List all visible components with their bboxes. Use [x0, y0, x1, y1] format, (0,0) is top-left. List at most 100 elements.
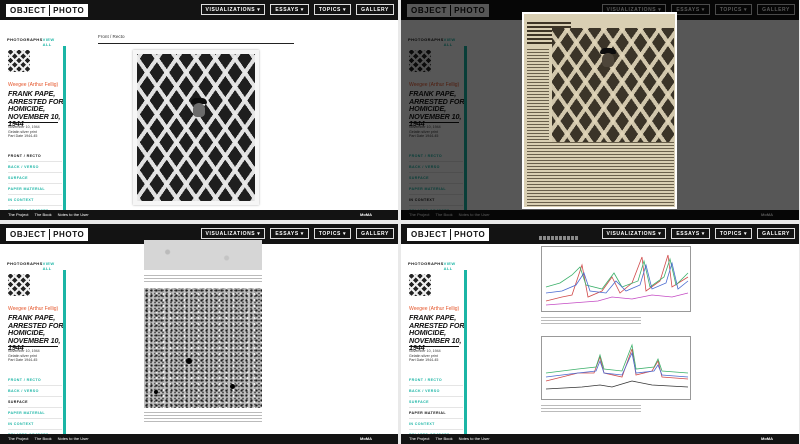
nav-essays[interactable]: ESSAYS ▾ [270, 4, 309, 15]
newspaper-photo [552, 28, 674, 142]
newspaper-clipping-image[interactable] [522, 12, 677, 209]
view-all-link[interactable]: VIEW ALL [43, 261, 61, 271]
logo-object: OBJECT [411, 230, 448, 239]
screenshot-collage: OBJECT PHOTO VISUALIZATIONS ▾ ESSAYS ▾ T… [0, 0, 800, 444]
surface-micrograph-top[interactable] [144, 240, 262, 270]
footer-bar: The Project The Book Notes to the User M… [0, 434, 398, 444]
newspaper-article-text [527, 142, 674, 206]
menu-back-verso[interactable]: BACK / VERSO [8, 386, 62, 397]
spectrum-series-black [545, 380, 689, 390]
menu-front-recto[interactable]: FRONT / RECTO [8, 375, 62, 386]
spectrum-plot-lower[interactable] [541, 336, 691, 400]
sidebar-accent-stripe [63, 270, 66, 434]
site-logo[interactable]: OBJECT PHOTO [407, 228, 490, 241]
surface-micrograph-detail[interactable] [144, 288, 262, 408]
object-meta: November 10, 1944 Gelatin silver print P… [8, 349, 64, 363]
breadcrumb-rule [98, 43, 294, 44]
nav-topics[interactable]: TOPICS ▾ [313, 228, 352, 239]
nav-visualizations[interactable]: VISUALIZATIONS ▾ [200, 4, 266, 15]
section-label: PHOTOGRAPHS [408, 261, 444, 266]
figure-face [602, 53, 614, 67]
section-label: PHOTOGRAPHS [7, 37, 43, 42]
object-view-menu: FRONT / RECTO BACK / VERSO SURFACE PAPER… [8, 151, 62, 217]
site-logo[interactable]: OBJECT PHOTO [6, 4, 89, 17]
spectrum-plot-upper[interactable] [541, 246, 691, 312]
nav-gallery[interactable]: GALLERY [356, 4, 394, 15]
artist-name[interactable]: Weegee (Arthur Fellig) [409, 306, 459, 312]
footer-link-notes[interactable]: Notes to the User [58, 210, 89, 220]
menu-back-verso[interactable]: BACK / VERSO [8, 162, 62, 173]
menu-paper-material[interactable]: PAPER MATERIAL [8, 408, 62, 419]
menu-paper-material[interactable]: PAPER MATERIAL [409, 408, 463, 419]
chart-caption [541, 316, 641, 324]
menu-surface[interactable]: SURFACE [8, 397, 62, 408]
moma-logo[interactable]: MoMA [360, 434, 372, 444]
menu-in-context[interactable]: IN CONTEXT [8, 419, 62, 430]
view-all-link[interactable]: VIEW ALL [43, 37, 61, 47]
menu-in-context[interactable]: IN CONTEXT [8, 195, 62, 206]
artist-name[interactable]: Weegee (Arthur Fellig) [8, 82, 58, 88]
spectrum-series-magenta [545, 292, 689, 306]
footer-link-book[interactable]: The Book [34, 434, 51, 444]
title-divider [8, 122, 58, 123]
footer-link-project[interactable]: The Project [8, 210, 28, 220]
menu-paper-material[interactable]: PAPER MATERIAL [8, 184, 62, 195]
menu-surface[interactable]: SURFACE [8, 173, 62, 184]
meta-part-date: Part Date 1944-45 [8, 358, 38, 363]
object-thumbnail[interactable] [409, 274, 431, 296]
menu-front-recto[interactable]: FRONT / RECTO [409, 375, 463, 386]
moma-logo[interactable]: MoMA [360, 210, 372, 220]
view-all-link[interactable]: VIEW ALL [444, 261, 462, 271]
menu-in-context[interactable]: IN CONTEXT [409, 419, 463, 430]
object-thumbnail[interactable] [8, 274, 30, 296]
nav-essays[interactable]: ESSAYS ▾ [671, 228, 710, 239]
browser-screenshot-2: OBJECT PHOTO VISUALIZATIONS ▾ ESSAYS ▾ T… [401, 0, 799, 220]
object-meta: November 10, 1944 Gelatin silver print P… [8, 125, 64, 139]
artist-name[interactable]: Weegee (Arthur Fellig) [8, 306, 58, 312]
photograph-front-image[interactable] [133, 50, 259, 205]
browser-screenshot-4: OBJECT PHOTO VISUALIZATIONS ▾ ESSAYS ▾ T… [401, 224, 799, 444]
micrograph-caption [144, 412, 262, 422]
object-sidebar: PHOTOGRAPHS VIEW ALL Weegee (Arthur Fell… [0, 20, 68, 217]
object-view-menu: FRONT / RECTO BACK / VERSO SURFACE PAPER… [409, 375, 463, 441]
figure-face [193, 103, 205, 117]
nav-essays[interactable]: ESSAYS ▾ [270, 228, 309, 239]
menu-front-recto[interactable]: FRONT / RECTO [8, 151, 62, 162]
site-logo[interactable]: OBJECT PHOTO [6, 228, 89, 241]
logo-object: OBJECT [10, 6, 47, 15]
spectrum-plot-upper-svg [545, 254, 689, 306]
footer-link-book[interactable]: The Book [34, 210, 51, 220]
main-nav: VISUALIZATIONS ▾ ESSAYS ▾ TOPICS ▾ GALLE… [200, 228, 394, 239]
spectrum-plot-lower-svg [545, 343, 689, 390]
surface-speck [230, 384, 235, 389]
footer-link-notes[interactable]: Notes to the User [58, 434, 89, 444]
footer-links: The Project The Book Notes to the User [8, 434, 89, 444]
nav-gallery[interactable]: GALLERY [757, 228, 795, 239]
nav-topics[interactable]: TOPICS ▾ [714, 228, 753, 239]
moma-logo[interactable]: MoMA [761, 434, 773, 444]
surface-speck [154, 390, 158, 394]
footer-link-notes[interactable]: Notes to the User [459, 434, 490, 444]
object-thumbnail[interactable] [8, 50, 30, 72]
footer-link-project[interactable]: The Project [409, 434, 429, 444]
browser-screenshot-1: OBJECT PHOTO VISUALIZATIONS ▾ ESSAYS ▾ T… [0, 0, 398, 220]
chart-caption [541, 404, 641, 412]
menu-back-verso[interactable]: BACK / VERSO [409, 386, 463, 397]
footer-links: The Project The Book Notes to the User [8, 210, 89, 220]
footer-link-book[interactable]: The Book [435, 434, 452, 444]
spectrum-series-green [545, 343, 689, 374]
nav-visualizations[interactable]: VISUALIZATIONS ▾ [601, 228, 667, 239]
footer-bar: The Project The Book Notes to the User M… [0, 210, 398, 220]
footer-bar: The Project The Book Notes to the User M… [401, 434, 799, 444]
nav-visualizations[interactable]: VISUALIZATIONS ▾ [200, 228, 266, 239]
logo-photo: PHOTO [454, 230, 486, 239]
sidebar-accent-stripe [63, 46, 66, 210]
logo-photo: PHOTO [53, 230, 85, 239]
nav-topics[interactable]: TOPICS ▾ [313, 4, 352, 15]
breadcrumb: Front / Recto [98, 34, 125, 39]
footer-links: The Project The Book Notes to the User [409, 434, 490, 444]
footer-link-project[interactable]: The Project [8, 434, 28, 444]
menu-surface[interactable]: SURFACE [409, 397, 463, 408]
chart-caption [539, 236, 579, 240]
nav-gallery[interactable]: GALLERY [356, 228, 394, 239]
